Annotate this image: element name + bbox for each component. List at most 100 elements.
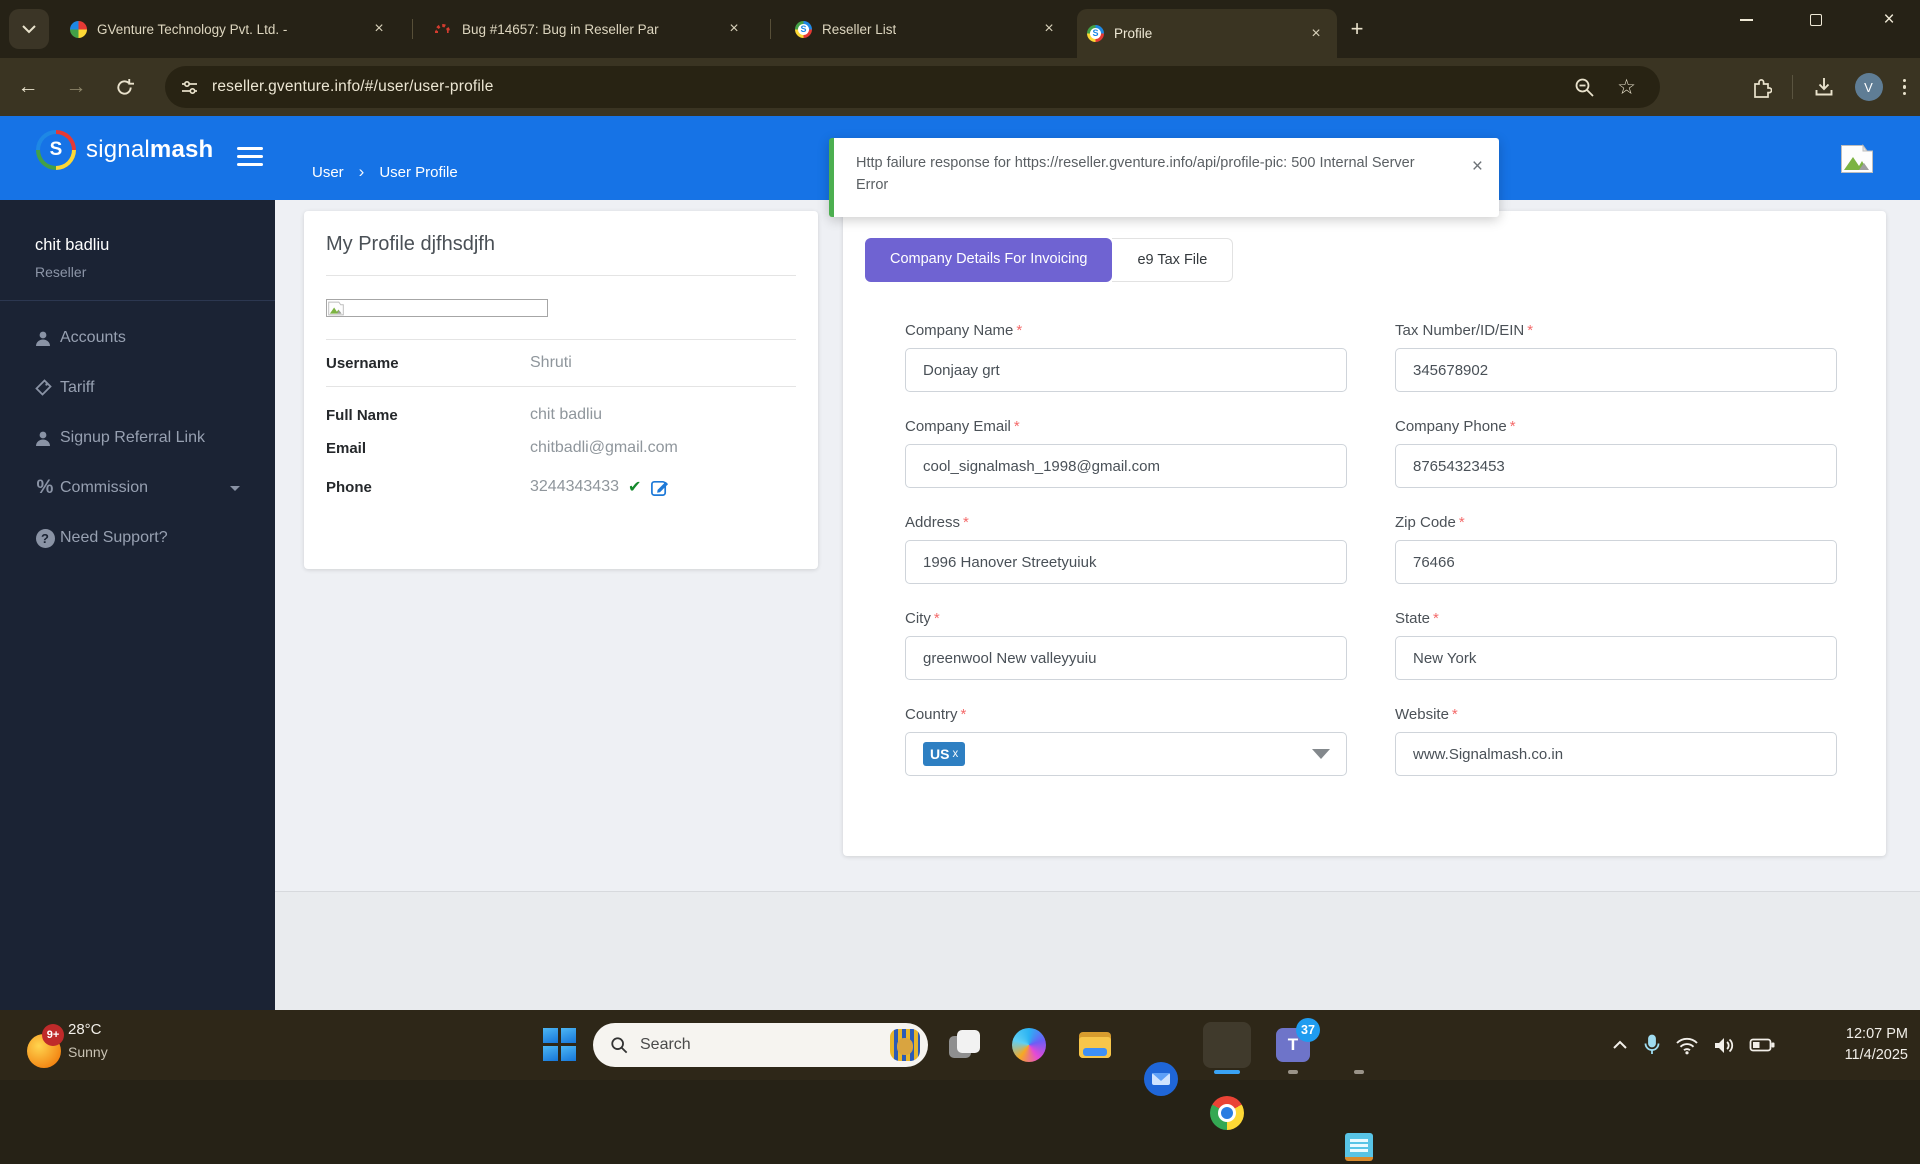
notepad-button[interactable] (1342, 1130, 1376, 1164)
forward-button[interactable]: → (56, 67, 96, 107)
tab-close-icon[interactable]: × (368, 18, 390, 40)
field-label: Company Phone (1395, 418, 1507, 435)
tab-gventure[interactable]: GVenture Technology Pvt. Ltd. - × (60, 9, 400, 49)
tab-search-button[interactable] (9, 9, 49, 49)
address-input[interactable] (905, 540, 1347, 584)
teams-running-indicator (1288, 1070, 1298, 1074)
taskbar-search[interactable]: Search (593, 1023, 928, 1067)
field-city: City* (905, 610, 1347, 680)
zoom-icon[interactable] (1574, 77, 1595, 98)
sidebar-item-tariff[interactable]: Tariff (0, 363, 275, 413)
file-explorer-button[interactable] (1078, 1028, 1112, 1062)
tab-reseller-list[interactable]: S Reseller List × (785, 9, 1070, 49)
window-close-button[interactable]: × (1866, 0, 1912, 40)
company-phone-input[interactable] (1395, 444, 1837, 488)
field-company-name: Company Name* (905, 322, 1347, 392)
battery-icon[interactable] (1749, 1034, 1776, 1056)
url-bar[interactable]: reseller.gventure.info/#/user/user-profi… (165, 66, 1660, 108)
tab-bug[interactable]: Bug #14657: Bug in Reseller Par × (425, 9, 755, 49)
taskbar-clock[interactable]: 12:07 PM 11/4/2025 (1796, 1024, 1908, 1066)
back-button[interactable]: ← (8, 67, 48, 107)
start-button[interactable] (543, 1028, 577, 1062)
tab-company-details[interactable]: Company Details For Invoicing (865, 238, 1112, 282)
company-email-input[interactable] (905, 444, 1347, 488)
chip-remove-icon[interactable]: x (952, 748, 958, 760)
sidebar-item-label: Signup Referral Link (60, 429, 205, 447)
browser-menu-icon[interactable] (1903, 79, 1907, 96)
download-icon[interactable] (1813, 76, 1835, 98)
profile-avatar[interactable]: V (1855, 73, 1883, 101)
profile-card-title: My Profile djfhsdjfh (326, 233, 796, 256)
tab-title: Bug #14657: Bug in Reseller Par (462, 22, 659, 37)
username-label: Username (326, 355, 530, 372)
website-input[interactable] (1395, 732, 1837, 776)
required-asterisk: * (963, 514, 969, 531)
copilot-button[interactable] (1012, 1028, 1046, 1062)
city-input[interactable] (905, 636, 1347, 680)
sidebar-user-role: Reseller (35, 264, 275, 280)
extensions-icon[interactable] (1750, 76, 1772, 98)
tax-number-input[interactable] (1395, 348, 1837, 392)
redmine-favicon-icon (435, 21, 452, 38)
tab-close-icon[interactable]: × (723, 18, 745, 40)
select-caret-icon (1312, 749, 1330, 759)
fullname-label: Full Name (326, 407, 530, 424)
thunderbird-button[interactable] (1144, 1062, 1178, 1096)
breadcrumb-user[interactable]: User (312, 164, 344, 181)
edit-phone-icon[interactable] (650, 478, 669, 497)
form-tabs: Company Details For Invoicing e9 Tax Fil… (865, 238, 1837, 282)
volume-icon[interactable] (1713, 1036, 1735, 1055)
sidebar-item-commission[interactable]: % Commission (0, 463, 275, 513)
browser-tabstrip: GVenture Technology Pvt. Ltd. - × Bug #1… (0, 0, 1920, 58)
field-website: Website* (1395, 706, 1837, 776)
window-maximize-button[interactable] (1793, 0, 1839, 40)
chrome-button[interactable] (1210, 1096, 1244, 1130)
sidebar-item-label: Commission (60, 479, 148, 497)
chrome-active-highlight (1203, 1022, 1251, 1068)
bookmark-star-icon[interactable]: ☆ (1617, 75, 1636, 100)
system-tray: 12:07 PM 11/4/2025 (1611, 1010, 1920, 1080)
phone-label: Phone (326, 479, 530, 496)
tray-chevron-up-icon[interactable] (1611, 1039, 1629, 1051)
my-profile-card: My Profile djfhsdjfh Username Shruti Ful… (304, 211, 818, 569)
task-view-button[interactable] (947, 1028, 981, 1062)
sidebar-item-need-support[interactable]: ? Need Support? (0, 513, 275, 563)
sidebar-user-block: chit badliu Reseller (0, 200, 275, 280)
signalmash-favicon-icon: S (1087, 25, 1104, 42)
chrome-running-indicator (1214, 1070, 1240, 1074)
field-zip-code: Zip Code* (1395, 514, 1837, 584)
breadcrumb-chevron-icon: › (359, 162, 365, 182)
new-tab-button[interactable]: + (1344, 16, 1370, 42)
tab-e9-tax-file[interactable]: e9 Tax File (1112, 238, 1233, 282)
clock-time: 12:07 PM (1796, 1024, 1908, 1045)
window-minimize-button[interactable] (1723, 0, 1769, 40)
tab-close-icon[interactable]: × (1038, 18, 1060, 40)
phone-value: 3244343433 (530, 478, 619, 496)
reload-icon (115, 78, 134, 97)
sidebar-item-signup-referral-link[interactable]: Signup Referral Link (0, 413, 275, 463)
company-name-input[interactable] (905, 348, 1347, 392)
microphone-icon[interactable] (1643, 1034, 1661, 1056)
email-label: Email (326, 440, 530, 457)
zip-code-input[interactable] (1395, 540, 1837, 584)
teams-notification-badge: 37 (1296, 1018, 1320, 1042)
tab-divider (770, 19, 771, 39)
site-info-icon[interactable] (181, 79, 198, 96)
toast-close-icon[interactable]: × (1472, 152, 1483, 181)
url-text: reseller.gventure.info/#/user/user-profi… (212, 78, 494, 96)
tab-close-icon[interactable]: × (1305, 23, 1327, 45)
required-asterisk: * (1510, 418, 1516, 435)
country-select[interactable]: US x (905, 732, 1347, 776)
webpage: S signalmash User › User Profile chit ba… (0, 116, 1920, 1010)
field-label: City (905, 610, 931, 627)
wifi-icon[interactable] (1675, 1036, 1699, 1055)
weather-temperature[interactable]: 28°C (68, 1021, 102, 1038)
field-label: Company Email (905, 418, 1011, 435)
tab-profile-active[interactable]: S Profile × (1077, 9, 1337, 58)
required-asterisk: * (1016, 322, 1022, 339)
reload-button[interactable] (104, 67, 144, 107)
state-input[interactable] (1395, 636, 1837, 680)
hamburger-menu-icon[interactable] (237, 147, 263, 166)
sidebar-item-accounts[interactable]: Accounts (0, 313, 275, 363)
field-company-phone: Company Phone* (1395, 418, 1837, 488)
